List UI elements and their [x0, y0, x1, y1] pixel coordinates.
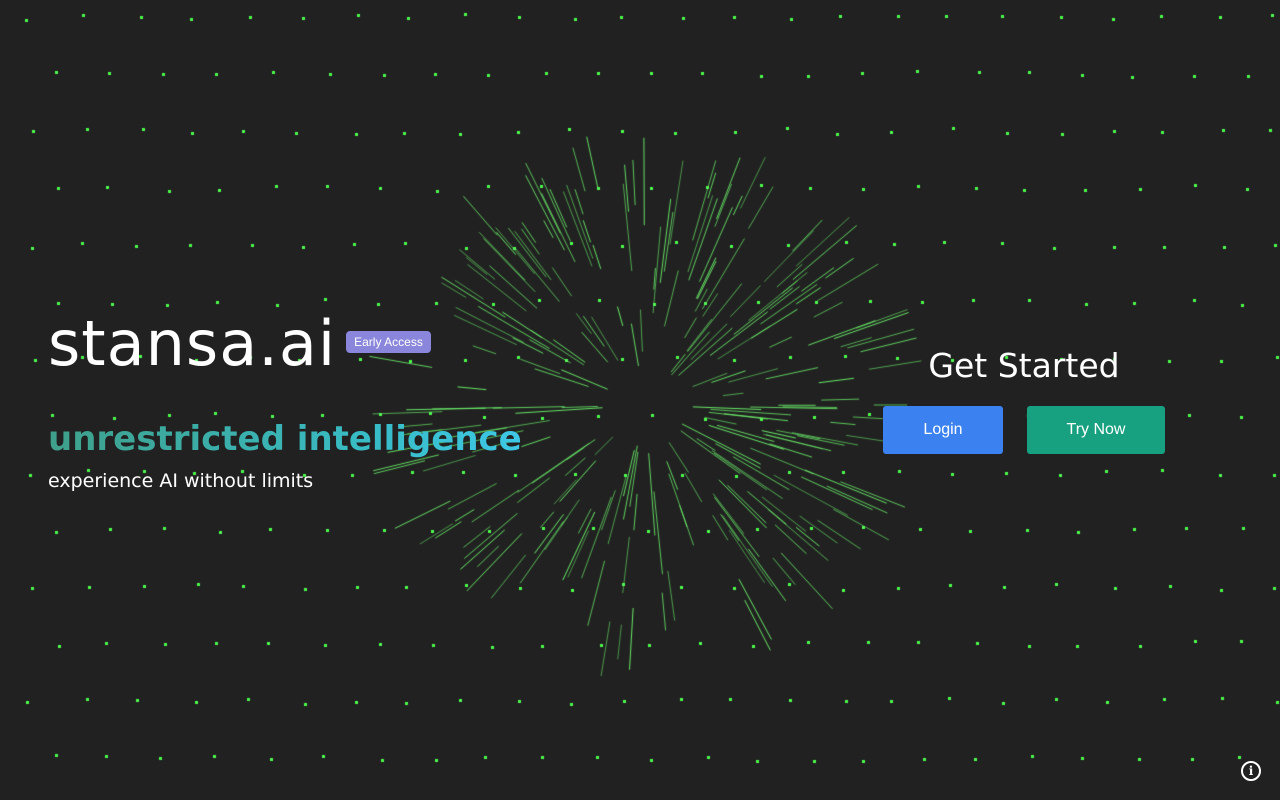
- early-access-badge: Early Access: [346, 331, 431, 353]
- login-button[interactable]: Login: [883, 406, 1003, 454]
- hero-subline: experience AI without limits: [48, 470, 314, 492]
- starfield-background: [0, 0, 1280, 800]
- brand-logo-text: stansa.ai: [48, 307, 337, 380]
- hero-tagline: unrestricted intelligence: [48, 414, 522, 464]
- landing-page: stansa.ai Early Access unrestricted inte…: [0, 0, 1280, 800]
- brand-header: stansa.ai Early Access: [48, 300, 431, 388]
- get-started-heading: Get Started: [928, 346, 1120, 385]
- info-icon[interactable]: i: [1241, 761, 1261, 781]
- try-now-button[interactable]: Try Now: [1027, 406, 1165, 454]
